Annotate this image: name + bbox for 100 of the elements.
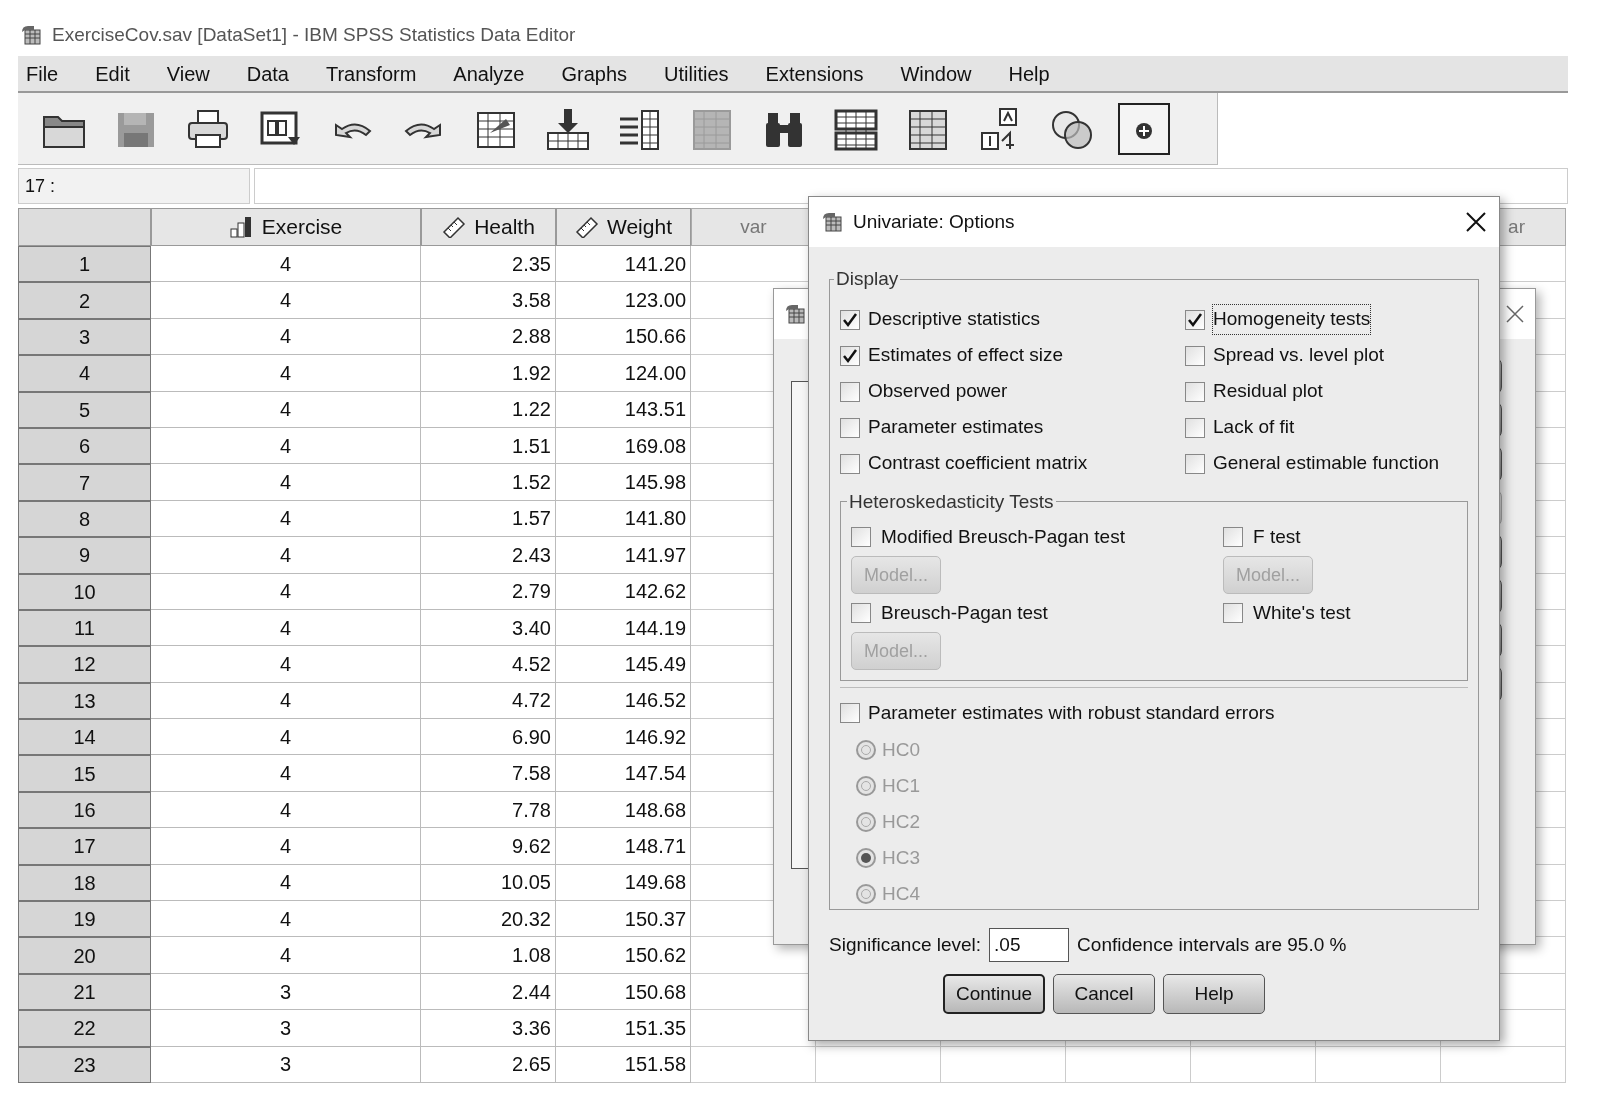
row-number[interactable]: 4 bbox=[18, 355, 151, 392]
column-header[interactable]: Exercise bbox=[151, 208, 421, 246]
checkbox[interactable] bbox=[840, 703, 860, 723]
row-number[interactable]: 13 bbox=[18, 682, 151, 720]
table-cell-text: 3 bbox=[279, 1015, 292, 1041]
column-label: ar bbox=[1508, 214, 1525, 239]
menu-item[interactable]: Data bbox=[246, 58, 289, 89]
row-number[interactable]: 23 bbox=[18, 1046, 151, 1083]
table-cell-text: 4 bbox=[279, 506, 292, 532]
checkbox-label[interactable]: Breusch-Pagan test bbox=[881, 598, 1048, 628]
checkbox-label[interactable]: Estimates of effect size bbox=[868, 341, 1063, 370]
table-cell-text: 1.57 bbox=[512, 506, 551, 532]
row-number[interactable]: 17 bbox=[18, 828, 151, 865]
menu-item[interactable]: Graphs bbox=[561, 58, 628, 89]
row-number[interactable]: 10 bbox=[18, 573, 151, 610]
row-number[interactable]: 1 bbox=[18, 246, 151, 283]
checkbox[interactable] bbox=[1185, 417, 1205, 438]
menu-item[interactable]: Edit bbox=[95, 58, 130, 89]
row-number[interactable]: 8 bbox=[18, 500, 151, 538]
row-number[interactable]: 19 bbox=[18, 901, 151, 938]
table-cell-text: 1.92 bbox=[512, 360, 551, 386]
dialog-button[interactable]: Continue bbox=[943, 974, 1045, 1014]
row-number[interactable]: 6 bbox=[18, 427, 151, 465]
close-icon[interactable] bbox=[1465, 211, 1487, 233]
checkbox-label[interactable]: Contrast coefficient matrix bbox=[868, 449, 1088, 478]
bar-chart-icon bbox=[229, 216, 254, 238]
checkbox-label[interactable]: Observed power bbox=[868, 377, 1008, 406]
checkbox-label[interactable]: Parameter estimates bbox=[868, 413, 1044, 442]
row-number[interactable]: 21 bbox=[18, 973, 151, 1011]
checkbox-label[interactable]: White's test bbox=[1253, 598, 1351, 628]
row-number[interactable]: 12 bbox=[18, 646, 151, 683]
row-number[interactable]: 14 bbox=[18, 719, 151, 756]
table-cell-text: 4 bbox=[279, 943, 292, 969]
add-icon[interactable] bbox=[1118, 102, 1170, 155]
checkbox[interactable] bbox=[1185, 381, 1205, 402]
group-label: Display bbox=[835, 267, 900, 291]
checkbox[interactable] bbox=[840, 453, 860, 474]
table-cell-text: 9.62 bbox=[512, 833, 551, 859]
menu-item[interactable]: Extensions bbox=[765, 58, 864, 89]
menu-item[interactable]: Utilities bbox=[664, 58, 729, 89]
table-cell-text: 147.54 bbox=[624, 761, 686, 787]
checkbox-label[interactable]: Residual plot bbox=[1213, 377, 1323, 406]
confidence-text: Confidence intervals are 95.0 % bbox=[1077, 932, 1347, 957]
significance-field[interactable]: .05 bbox=[989, 928, 1070, 962]
row-number[interactable]: 16 bbox=[18, 791, 151, 829]
row-number[interactable]: 18 bbox=[18, 864, 151, 902]
checkbox[interactable] bbox=[1185, 345, 1205, 366]
row-number[interactable]: 9 bbox=[18, 537, 151, 574]
checkbox-label[interactable]: Lack of fit bbox=[1213, 413, 1295, 442]
table-cell-text: 1.22 bbox=[512, 397, 551, 423]
checkbox-label[interactable]: Spread vs. level plot bbox=[1213, 341, 1385, 370]
column-header[interactable]: Health bbox=[421, 208, 556, 246]
dialog-button[interactable]: Help bbox=[1163, 974, 1265, 1014]
row-number[interactable]: 7 bbox=[18, 464, 151, 501]
column-label: Health bbox=[474, 214, 535, 241]
checkbox[interactable] bbox=[1223, 527, 1243, 547]
menu-item[interactable]: Help bbox=[1008, 58, 1050, 89]
checkbox[interactable] bbox=[840, 309, 860, 330]
row-number[interactable]: 20 bbox=[18, 937, 151, 974]
checkbox[interactable] bbox=[1185, 309, 1205, 330]
table-cell-text: 145.98 bbox=[624, 470, 686, 496]
table-cell-text: 20.32 bbox=[500, 906, 551, 932]
table-cell-text: 6.90 bbox=[512, 724, 551, 750]
row-number[interactable]: 5 bbox=[18, 391, 151, 428]
close-icon[interactable] bbox=[1505, 304, 1525, 324]
table-cell-text: 150.62 bbox=[624, 943, 686, 969]
table-cell-text: 7.58 bbox=[512, 761, 551, 787]
checkbox-label[interactable]: General estimable function bbox=[1213, 449, 1439, 478]
table-cell-text: 4 bbox=[279, 542, 292, 568]
checkbox-label[interactable]: Homogeneity tests bbox=[1213, 305, 1371, 334]
checkbox[interactable] bbox=[840, 345, 860, 366]
checkbox-label[interactable]: Parameter estimates with robust standard errors bbox=[868, 698, 1275, 728]
table-cell-text: 148.71 bbox=[624, 833, 686, 859]
checkbox[interactable] bbox=[840, 417, 860, 438]
row-number[interactable]: 15 bbox=[18, 755, 151, 792]
table-cell-text: 123.00 bbox=[624, 288, 686, 314]
dialog-button[interactable]: Cancel bbox=[1053, 974, 1155, 1014]
row-number[interactable]: 3 bbox=[18, 318, 151, 356]
checkbox-label[interactable]: Modified Breusch-Pagan test bbox=[881, 522, 1125, 552]
table-cell-text: 4 bbox=[279, 324, 292, 350]
table-cell-text: 4 bbox=[279, 652, 292, 677]
checkbox[interactable] bbox=[840, 381, 860, 402]
column-header[interactable]: Weight bbox=[556, 208, 691, 246]
table-cell-text: 1.52 bbox=[512, 470, 551, 496]
row-number[interactable]: 11 bbox=[18, 609, 151, 647]
checkbox[interactable] bbox=[1223, 603, 1243, 623]
table-cell-text: 3.40 bbox=[512, 615, 551, 641]
menu-item[interactable]: File bbox=[26, 58, 59, 89]
row-number[interactable]: 22 bbox=[18, 1010, 151, 1047]
checkbox-label[interactable]: Descriptive statistics bbox=[868, 305, 1041, 334]
menu-item[interactable]: View bbox=[166, 58, 210, 89]
checkbox-label[interactable]: F test bbox=[1253, 522, 1301, 552]
checkbox[interactable] bbox=[851, 527, 871, 547]
checkbox[interactable] bbox=[851, 603, 871, 623]
row-number[interactable]: 2 bbox=[18, 282, 151, 319]
table-cell-text: 150.37 bbox=[624, 906, 686, 932]
menu-item[interactable]: Analyze bbox=[453, 58, 525, 89]
menu-item[interactable]: Window bbox=[900, 58, 972, 89]
menu-item[interactable]: Transform bbox=[325, 58, 417, 89]
checkbox[interactable] bbox=[1185, 453, 1205, 474]
